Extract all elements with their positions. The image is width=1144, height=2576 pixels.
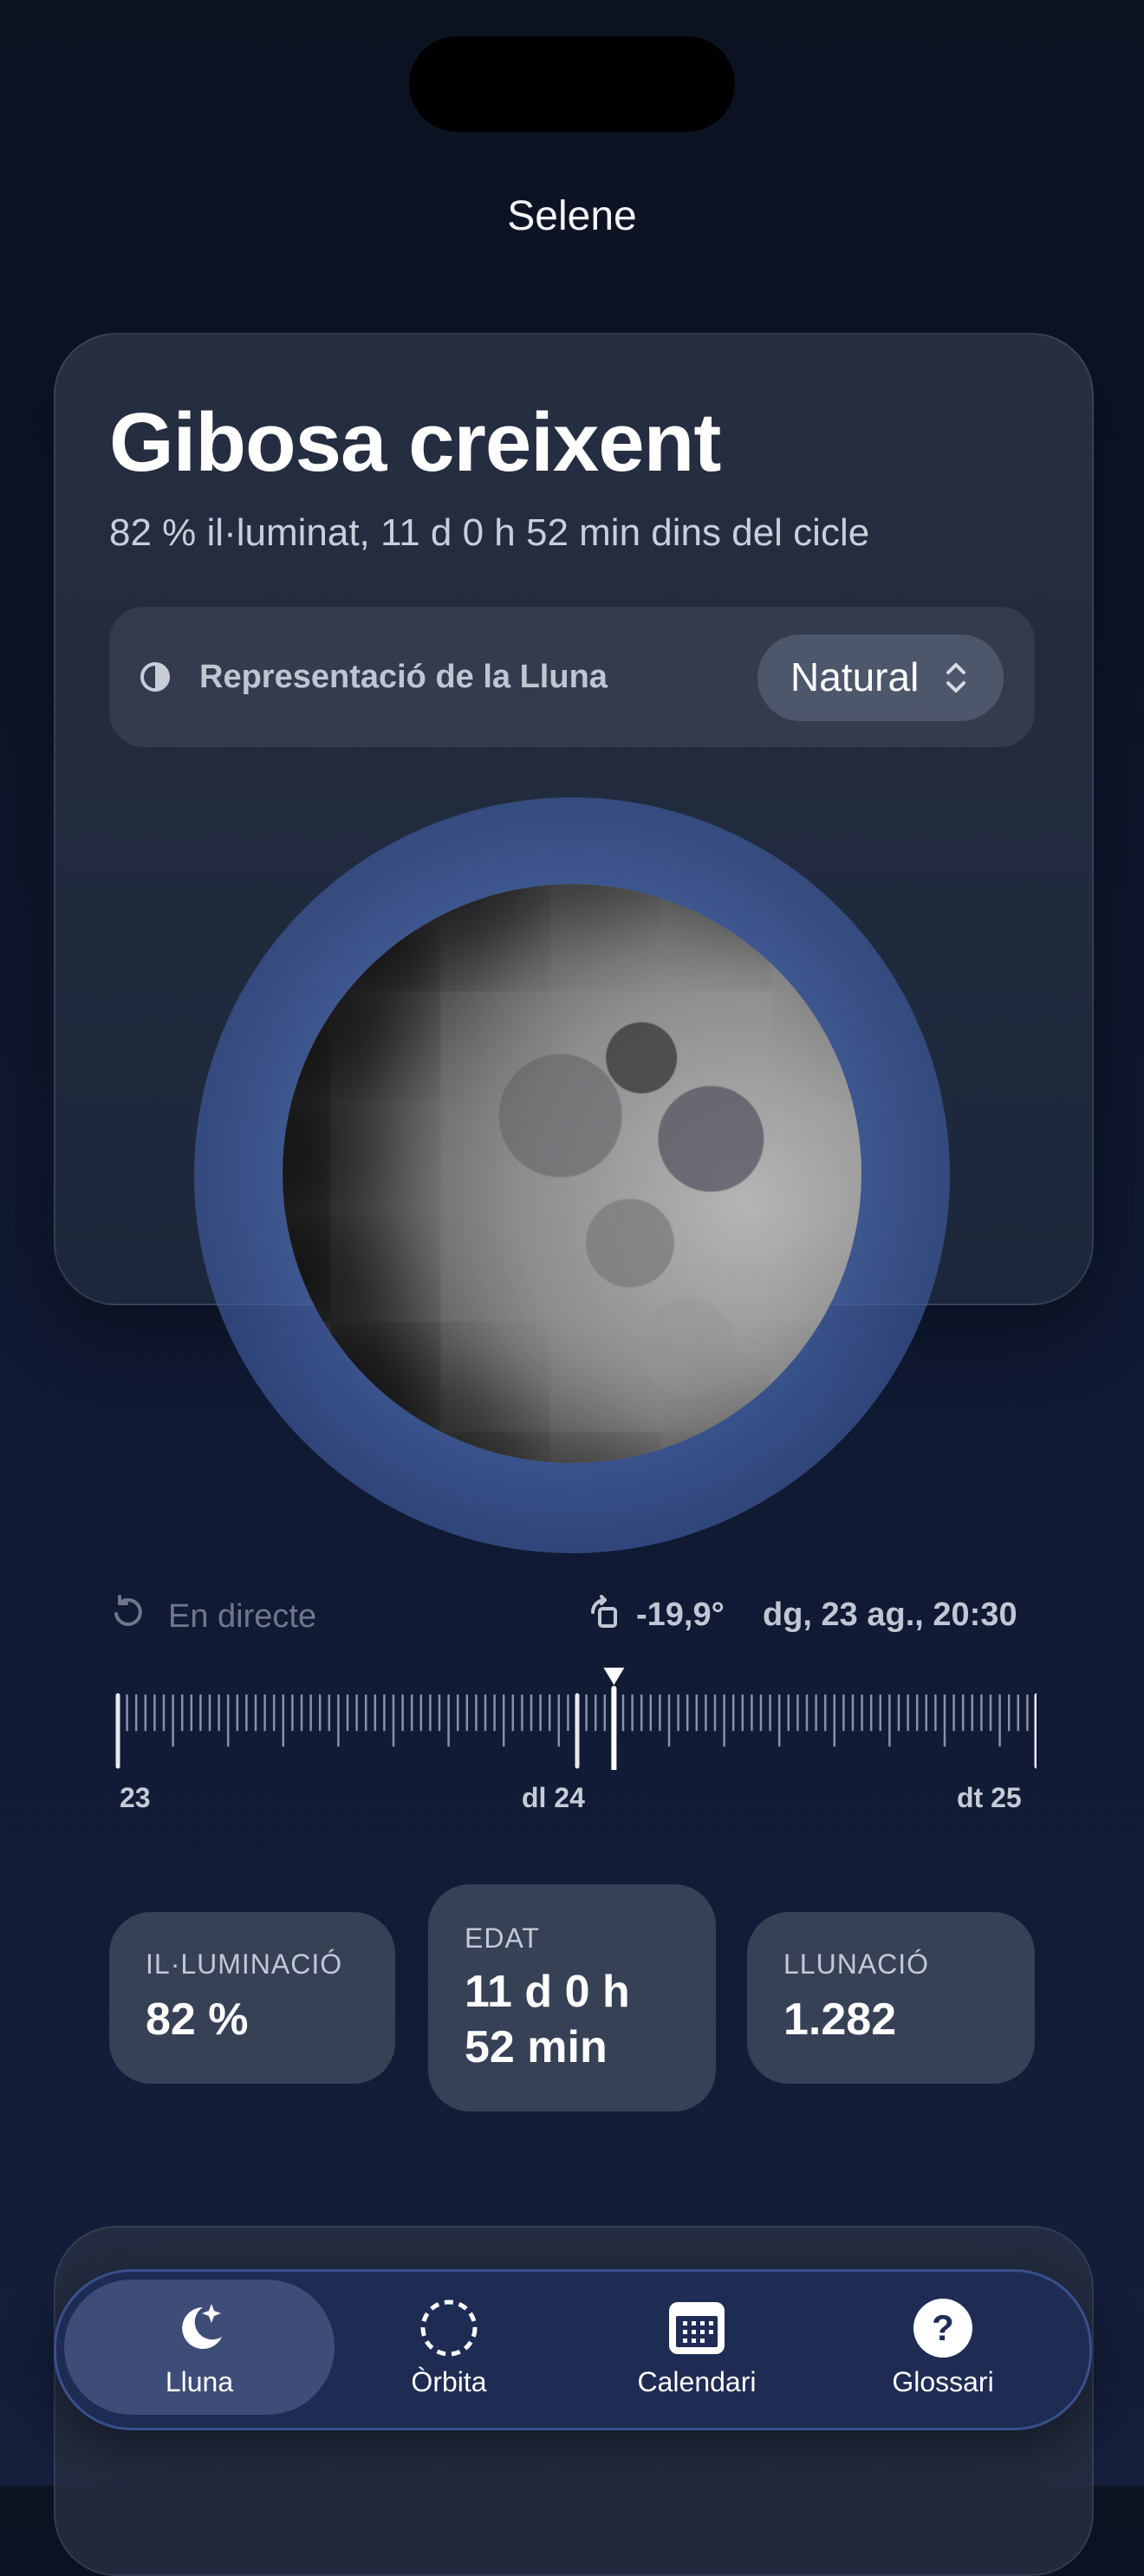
tab-lluna-label: Lluna <box>165 2366 234 2397</box>
calendar-icon <box>669 2302 725 2354</box>
phase-title: Gibosa creixent <box>109 396 721 489</box>
scrubber-pointer-icon <box>603 1668 625 1685</box>
app-title: Selene <box>507 193 637 239</box>
illumination-label: IL·LUMINACIÓ <box>146 1948 343 1980</box>
illumination-value: 82 % <box>146 1994 249 2045</box>
tab-calendari[interactable]: Calendari <box>579 2280 804 2415</box>
timeline-label-23: 23 <box>120 1782 151 1813</box>
live-button[interactable]: En directe <box>168 1598 316 1636</box>
lunation-value: 1.282 <box>783 1994 897 2045</box>
lunation-label: LLUNACIÓ <box>783 1948 930 1980</box>
rotation-icon <box>591 1595 617 1628</box>
question-icon: ? <box>913 2299 972 2358</box>
tab-calendari-label: Calendari <box>637 2366 757 2397</box>
tab-lluna[interactable]: Lluna <box>81 2280 307 2415</box>
rotation-value: -19,9° <box>636 1597 725 1633</box>
age-value-line2: 52 min <box>465 2022 608 2072</box>
timeline-label-dt25: dt 25 <box>957 1782 1022 1813</box>
age-value-line1: 11 d 0 h <box>465 1967 630 2017</box>
timeline-label-dl24: dl 24 <box>522 1782 585 1813</box>
tab-orbita-label: Òrbita <box>411 2366 487 2397</box>
tab-glossari[interactable]: ? Glossari <box>825 2280 1050 2415</box>
tab-orbita[interactable]: Òrbita <box>331 2280 556 2415</box>
moon-stars-icon <box>182 2304 222 2349</box>
refresh-icon <box>114 1595 142 1626</box>
dynamic-island <box>409 36 735 132</box>
phase-summary: 82 % il·luminat, 11 d 0 h 52 min dins de… <box>109 511 870 554</box>
age-label: EDAT <box>465 1922 540 1954</box>
time-scrubber[interactable] <box>109 1662 1037 1770</box>
moon-image <box>283 884 861 1463</box>
moon-representation-label: Representació de la Lluna <box>199 659 608 695</box>
svg-text:?: ? <box>932 2307 954 2348</box>
half-circle-icon <box>140 662 170 692</box>
tab-glossari-label: Glossari <box>892 2366 994 2397</box>
orbit-icon <box>420 2300 478 2357</box>
date-time-value: dg, 23 ag., 20:30 <box>763 1597 1017 1633</box>
moon-representation-value: Natural <box>790 654 920 699</box>
chevron-up-down-icon <box>946 663 965 693</box>
